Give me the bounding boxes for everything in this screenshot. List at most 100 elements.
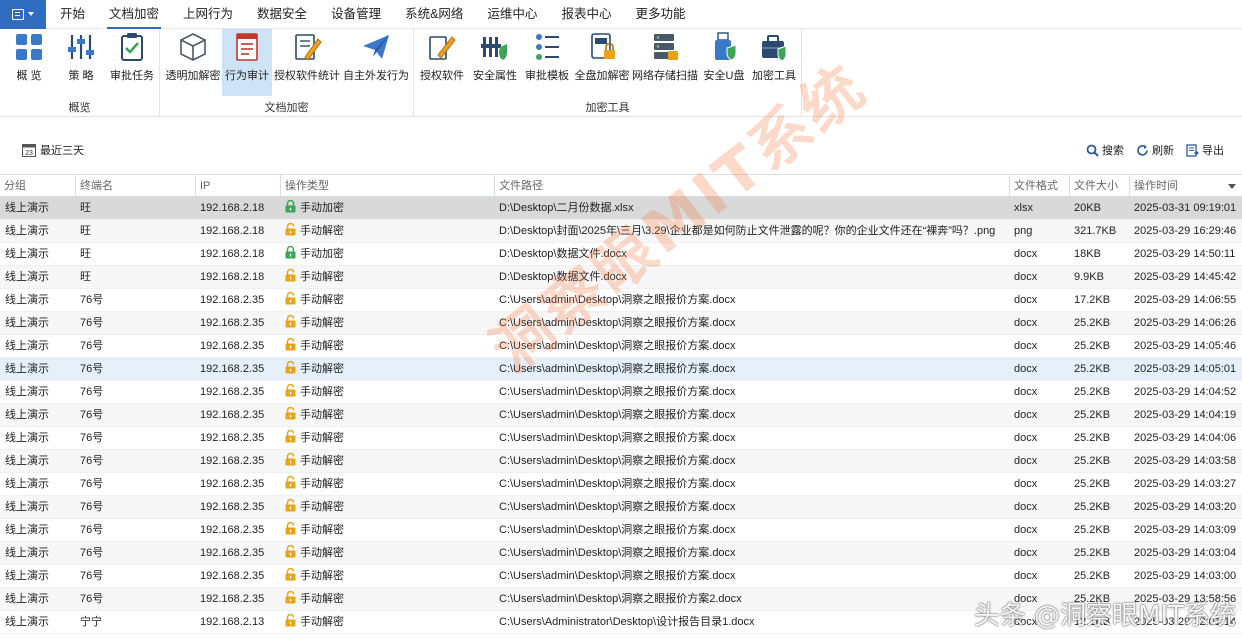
operation-type-label: 手动解密 — [300, 432, 344, 444]
operation-type-label: 手动解密 — [300, 317, 344, 329]
calendar-day: 23 — [25, 150, 33, 157]
toolbar-actions: 搜索 刷新 导出 — [1086, 142, 1224, 158]
sort-desc-icon[interactable] — [1228, 184, 1236, 189]
table-row[interactable]: 线上演示 76号 192.168.2.35 手动解密 C:\Users\admin\De… — [0, 404, 1242, 427]
tab-data-security[interactable]: 数据安全 — [245, 0, 319, 29]
table-row[interactable]: 线上演示 76号 192.168.2.35 手动解密 C:\Users\admin\De… — [0, 496, 1242, 519]
cell-ip: 192.168.2.35 — [200, 386, 265, 398]
table-row[interactable]: 线上演示 76号 192.168.2.35 手动解密 C:\Users\admin\De… — [0, 542, 1242, 565]
policy-button-label: 策 略 — [68, 70, 94, 82]
network-storage-scan-button[interactable]: 网络存储扫描 — [632, 29, 698, 96]
lock-open-icon — [285, 614, 300, 628]
cube-icon — [180, 33, 206, 61]
column-header-operation-type[interactable]: 操作类型 — [281, 175, 495, 197]
cell-terminal: 76号 — [80, 478, 104, 490]
date-filter-button[interactable]: 23 最近三天 — [22, 142, 84, 158]
operation-type-label: 手动解密 — [300, 478, 344, 490]
cell-file-format: docx — [1014, 271, 1038, 283]
table-row[interactable]: 线上演示 76号 192.168.2.35 手动解密 C:\Users\admin\De… — [0, 450, 1242, 473]
search-label: 搜索 — [1102, 145, 1124, 157]
cell-operation-type: 手动解密 — [281, 588, 495, 610]
operation-type-label: 手动解密 — [300, 547, 344, 559]
overview-button[interactable]: 概 览 — [6, 29, 52, 96]
column-header-ip[interactable]: IP — [196, 175, 281, 197]
cell-terminal: 76号 — [80, 593, 104, 605]
cell-ip: 192.168.2.18 — [200, 225, 265, 237]
cell-file-size: 25.2KB — [1074, 455, 1111, 467]
cell-operation-time: 2025-03-29 14:05:01 — [1134, 363, 1237, 375]
table-row[interactable]: 线上演示 旺 192.168.2.18 手动加密 D:\Desktop\二月份数据.xl… — [0, 197, 1242, 220]
table-row[interactable]: 线上演示 76号 192.168.2.35 手动解密 C:\Users\admin\De… — [0, 358, 1242, 381]
ribbon-group-label-doc-encryption: 文档加密 — [264, 102, 309, 114]
policy-button[interactable]: 策 略 — [58, 29, 104, 96]
table-row[interactable]: 线上演示 76号 192.168.2.35 手动解密 C:\Users\admin\De… — [0, 565, 1242, 588]
export-icon — [1186, 143, 1199, 157]
tab-doc-encryption[interactable]: 文档加密 — [97, 0, 171, 29]
cell-group: 线上演示 — [5, 593, 49, 605]
checklist-icon — [121, 33, 143, 61]
chevron-down-icon — [28, 12, 34, 16]
table-row[interactable]: 线上演示 76号 192.168.2.35 手动解密 C:\Users\admin\De… — [0, 588, 1242, 611]
approval-task-button[interactable]: 审批任务 — [108, 29, 156, 96]
table-row[interactable]: 线上演示 76号 192.168.2.35 手动解密 C:\Users\admin\De… — [0, 312, 1242, 335]
full-disk-encryption-button[interactable]: 全盘加解密 — [574, 29, 630, 96]
cell-operation-type: 手动解密 — [281, 404, 495, 426]
column-header-group[interactable]: 分组 — [0, 175, 76, 197]
search-icon — [1086, 144, 1099, 157]
encryption-tool-button[interactable]: 加密工具 — [750, 29, 798, 96]
table-row[interactable]: 线上演示 76号 192.168.2.35 手动解密 C:\Users\admin\De… — [0, 427, 1242, 450]
table-row[interactable]: 线上演示 旺 192.168.2.18 手动解密 D:\Desktop\封面\2025年… — [0, 220, 1242, 243]
table-row[interactable]: 线上演示 旺 192.168.2.18 手动解密 D:\Desktop\数据文件.doc… — [0, 266, 1242, 289]
cell-operation-type: 手动加密 — [281, 197, 495, 219]
table-row[interactable]: 线上演示 76号 192.168.2.35 手动解密 C:\Users\admin\De… — [0, 335, 1242, 358]
authorized-software-button[interactable]: 授权软件 — [418, 29, 466, 96]
app-menu-button[interactable] — [0, 0, 46, 29]
table-row[interactable]: 线上演示 76号 192.168.2.35 手动解密 C:\Users\admin\De… — [0, 289, 1242, 312]
tab-ops-center[interactable]: 运维中心 — [475, 0, 549, 29]
lock-open-icon — [285, 223, 300, 237]
cell-terminal: 76号 — [80, 340, 104, 352]
security-attributes-button[interactable]: 安全属性 — [470, 29, 520, 96]
cell-file-size: 12.1KB — [1074, 616, 1111, 628]
lock-open-icon — [285, 384, 300, 398]
export-button[interactable]: 导出 — [1186, 142, 1224, 158]
tab-start[interactable]: 开始 — [48, 0, 97, 29]
cell-file-size: 25.2KB — [1074, 340, 1111, 352]
cell-file-path: C:\Users\admin\Desktop\洞察之眼报价方案.docx — [499, 432, 736, 444]
lock-open-icon — [285, 361, 300, 375]
cell-operation-time: 2025-03-29 14:03:09 — [1134, 524, 1237, 536]
transparent-encryption-button[interactable]: 透明加解密 — [164, 29, 222, 96]
column-header-file-path[interactable]: 文件路径 — [495, 175, 1010, 197]
table-row[interactable]: 线上演示 76号 192.168.2.35 手动解密 C:\Users\admin\De… — [0, 519, 1242, 542]
tab-more-features[interactable]: 更多功能 — [623, 0, 697, 29]
approval-template-button[interactable]: 审批模板 — [522, 29, 572, 96]
tab-web-behavior[interactable]: 上网行为 — [171, 0, 245, 29]
cell-terminal: 76号 — [80, 570, 104, 582]
cell-group: 线上演示 — [5, 478, 49, 490]
search-button[interactable]: 搜索 — [1086, 142, 1124, 158]
table-row[interactable]: 线上演示 宁宁 192.168.2.13 手动解密 C:\Users\Administr… — [0, 611, 1242, 634]
column-header-terminal[interactable]: 终端名 — [76, 175, 196, 197]
ssd-lock-icon — [591, 33, 615, 59]
tab-report-center[interactable]: 报表中心 — [549, 0, 623, 29]
behavior-audit-button[interactable]: 行为审计 — [222, 29, 272, 96]
cell-terminal: 旺 — [80, 248, 91, 260]
cell-file-format: docx — [1014, 547, 1038, 559]
tab-device-management[interactable]: 设备管理 — [319, 0, 393, 29]
cell-operation-type: 手动解密 — [281, 450, 495, 472]
security-attributes-icon — [481, 37, 507, 60]
refresh-button[interactable]: 刷新 — [1136, 142, 1174, 158]
lock-open-icon — [285, 591, 300, 605]
column-header-operation-time[interactable]: 操作时间 — [1130, 175, 1242, 197]
table-row[interactable]: 线上演示 76号 192.168.2.35 手动解密 C:\Users\admin\De… — [0, 473, 1242, 496]
column-header-file-format[interactable]: 文件格式 — [1010, 175, 1070, 197]
table-row[interactable]: 线上演示 76号 192.168.2.35 手动解密 C:\Users\admin\De… — [0, 381, 1242, 404]
self-send-behavior-button[interactable]: 自主外发行为 — [342, 29, 410, 96]
tab-system-network[interactable]: 系统&网络 — [393, 0, 475, 29]
table-row[interactable]: 线上演示 旺 192.168.2.18 手动加密 D:\Desktop\数据文件.doc… — [0, 243, 1242, 266]
secure-usb-button[interactable]: 安全U盘 — [702, 29, 746, 96]
cell-ip: 192.168.2.13 — [200, 616, 265, 628]
authorized-software-stats-button[interactable]: 授权软件统计 — [274, 29, 340, 96]
cell-file-path: C:\Users\admin\Desktop\洞察之眼报价方案.docx — [499, 478, 736, 490]
column-header-file-size[interactable]: 文件大小 — [1070, 175, 1130, 197]
